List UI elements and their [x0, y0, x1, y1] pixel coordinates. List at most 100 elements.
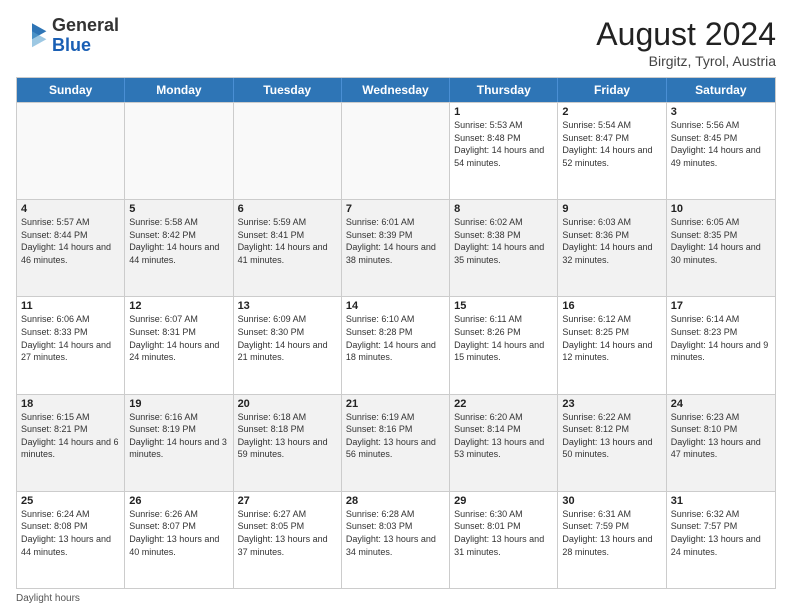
day-info: Sunrise: 6:02 AMSunset: 8:38 PMDaylight:…: [454, 216, 553, 266]
day-info: Sunrise: 5:56 AMSunset: 8:45 PMDaylight:…: [671, 119, 771, 169]
day-cell-28: 28Sunrise: 6:28 AMSunset: 8:03 PMDayligh…: [342, 492, 450, 588]
day-number: 20: [238, 398, 337, 410]
day-cell-23: 23Sunrise: 6:22 AMSunset: 8:12 PMDayligh…: [558, 395, 666, 491]
day-info: Sunrise: 6:09 AMSunset: 8:30 PMDaylight:…: [238, 313, 337, 363]
header-day-saturday: Saturday: [667, 78, 775, 102]
day-cell-13: 13Sunrise: 6:09 AMSunset: 8:30 PMDayligh…: [234, 297, 342, 393]
day-number: 21: [346, 398, 445, 410]
day-number: 13: [238, 300, 337, 312]
day-cell-8: 8Sunrise: 6:02 AMSunset: 8:38 PMDaylight…: [450, 200, 558, 296]
day-info: Sunrise: 6:18 AMSunset: 8:18 PMDaylight:…: [238, 411, 337, 461]
calendar-body: 1Sunrise: 5:53 AMSunset: 8:48 PMDaylight…: [17, 102, 775, 588]
day-cell-4: 4Sunrise: 5:57 AMSunset: 8:44 PMDaylight…: [17, 200, 125, 296]
calendar-week-1: 1Sunrise: 5:53 AMSunset: 8:48 PMDaylight…: [17, 102, 775, 199]
day-number: 23: [562, 398, 661, 410]
calendar-header: SundayMondayTuesdayWednesdayThursdayFrid…: [17, 78, 775, 102]
day-info: Sunrise: 6:01 AMSunset: 8:39 PMDaylight:…: [346, 216, 445, 266]
day-info: Sunrise: 6:24 AMSunset: 8:08 PMDaylight:…: [21, 508, 120, 558]
day-info: Sunrise: 5:58 AMSunset: 8:42 PMDaylight:…: [129, 216, 228, 266]
day-info: Sunrise: 6:07 AMSunset: 8:31 PMDaylight:…: [129, 313, 228, 363]
day-cell-31: 31Sunrise: 6:32 AMSunset: 7:57 PMDayligh…: [667, 492, 775, 588]
day-number: 27: [238, 495, 337, 507]
day-info: Sunrise: 6:12 AMSunset: 8:25 PMDaylight:…: [562, 313, 661, 363]
day-number: 28: [346, 495, 445, 507]
day-info: Sunrise: 6:20 AMSunset: 8:14 PMDaylight:…: [454, 411, 553, 461]
day-number: 7: [346, 203, 445, 215]
day-number: 14: [346, 300, 445, 312]
day-number: 18: [21, 398, 120, 410]
day-number: 26: [129, 495, 228, 507]
logo-text: General Blue: [52, 16, 119, 56]
day-info: Sunrise: 6:23 AMSunset: 8:10 PMDaylight:…: [671, 411, 771, 461]
day-info: Sunrise: 6:19 AMSunset: 8:16 PMDaylight:…: [346, 411, 445, 461]
day-number: 29: [454, 495, 553, 507]
page: General Blue August 2024 Birgitz, Tyrol,…: [0, 0, 792, 612]
day-number: 17: [671, 300, 771, 312]
day-info: Sunrise: 6:30 AMSunset: 8:01 PMDaylight:…: [454, 508, 553, 558]
day-number: 30: [562, 495, 661, 507]
day-cell-15: 15Sunrise: 6:11 AMSunset: 8:26 PMDayligh…: [450, 297, 558, 393]
header-day-sunday: Sunday: [17, 78, 125, 102]
day-cell-2: 2Sunrise: 5:54 AMSunset: 8:47 PMDaylight…: [558, 103, 666, 199]
day-cell-27: 27Sunrise: 6:27 AMSunset: 8:05 PMDayligh…: [234, 492, 342, 588]
header: General Blue August 2024 Birgitz, Tyrol,…: [16, 16, 776, 69]
logo-icon: [16, 20, 48, 52]
day-cell-19: 19Sunrise: 6:16 AMSunset: 8:19 PMDayligh…: [125, 395, 233, 491]
day-cell-24: 24Sunrise: 6:23 AMSunset: 8:10 PMDayligh…: [667, 395, 775, 491]
day-cell-22: 22Sunrise: 6:20 AMSunset: 8:14 PMDayligh…: [450, 395, 558, 491]
day-info: Sunrise: 6:26 AMSunset: 8:07 PMDaylight:…: [129, 508, 228, 558]
calendar-week-3: 11Sunrise: 6:06 AMSunset: 8:33 PMDayligh…: [17, 296, 775, 393]
logo: General Blue: [16, 16, 119, 56]
day-cell-12: 12Sunrise: 6:07 AMSunset: 8:31 PMDayligh…: [125, 297, 233, 393]
day-info: Sunrise: 5:54 AMSunset: 8:47 PMDaylight:…: [562, 119, 661, 169]
day-number: 16: [562, 300, 661, 312]
day-info: Sunrise: 6:22 AMSunset: 8:12 PMDaylight:…: [562, 411, 661, 461]
calendar: SundayMondayTuesdayWednesdayThursdayFrid…: [16, 77, 776, 589]
day-number: 6: [238, 203, 337, 215]
day-cell-10: 10Sunrise: 6:05 AMSunset: 8:35 PMDayligh…: [667, 200, 775, 296]
day-number: 10: [671, 203, 771, 215]
day-number: 4: [21, 203, 120, 215]
header-day-monday: Monday: [125, 78, 233, 102]
day-info: Sunrise: 6:10 AMSunset: 8:28 PMDaylight:…: [346, 313, 445, 363]
day-cell-29: 29Sunrise: 6:30 AMSunset: 8:01 PMDayligh…: [450, 492, 558, 588]
day-info: Sunrise: 5:53 AMSunset: 8:48 PMDaylight:…: [454, 119, 553, 169]
day-cell-25: 25Sunrise: 6:24 AMSunset: 8:08 PMDayligh…: [17, 492, 125, 588]
footer-note: Daylight hours: [16, 593, 776, 604]
calendar-week-2: 4Sunrise: 5:57 AMSunset: 8:44 PMDaylight…: [17, 199, 775, 296]
day-number: 15: [454, 300, 553, 312]
location: Birgitz, Tyrol, Austria: [596, 53, 776, 69]
day-cell-21: 21Sunrise: 6:19 AMSunset: 8:16 PMDayligh…: [342, 395, 450, 491]
empty-cell: [342, 103, 450, 199]
day-cell-20: 20Sunrise: 6:18 AMSunset: 8:18 PMDayligh…: [234, 395, 342, 491]
header-day-wednesday: Wednesday: [342, 78, 450, 102]
day-info: Sunrise: 6:14 AMSunset: 8:23 PMDaylight:…: [671, 313, 771, 363]
day-number: 25: [21, 495, 120, 507]
day-number: 31: [671, 495, 771, 507]
day-cell-14: 14Sunrise: 6:10 AMSunset: 8:28 PMDayligh…: [342, 297, 450, 393]
day-cell-7: 7Sunrise: 6:01 AMSunset: 8:39 PMDaylight…: [342, 200, 450, 296]
day-cell-11: 11Sunrise: 6:06 AMSunset: 8:33 PMDayligh…: [17, 297, 125, 393]
day-number: 24: [671, 398, 771, 410]
day-info: Sunrise: 6:32 AMSunset: 7:57 PMDaylight:…: [671, 508, 771, 558]
day-number: 2: [562, 106, 661, 118]
day-number: 22: [454, 398, 553, 410]
day-cell-9: 9Sunrise: 6:03 AMSunset: 8:36 PMDaylight…: [558, 200, 666, 296]
day-cell-18: 18Sunrise: 6:15 AMSunset: 8:21 PMDayligh…: [17, 395, 125, 491]
day-number: 19: [129, 398, 228, 410]
header-day-tuesday: Tuesday: [234, 78, 342, 102]
day-info: Sunrise: 6:05 AMSunset: 8:35 PMDaylight:…: [671, 216, 771, 266]
day-cell-17: 17Sunrise: 6:14 AMSunset: 8:23 PMDayligh…: [667, 297, 775, 393]
empty-cell: [17, 103, 125, 199]
empty-cell: [234, 103, 342, 199]
day-info: Sunrise: 6:15 AMSunset: 8:21 PMDaylight:…: [21, 411, 120, 461]
day-number: 9: [562, 203, 661, 215]
day-info: Sunrise: 5:59 AMSunset: 8:41 PMDaylight:…: [238, 216, 337, 266]
day-info: Sunrise: 6:27 AMSunset: 8:05 PMDaylight:…: [238, 508, 337, 558]
day-number: 1: [454, 106, 553, 118]
day-info: Sunrise: 5:57 AMSunset: 8:44 PMDaylight:…: [21, 216, 120, 266]
empty-cell: [125, 103, 233, 199]
day-cell-5: 5Sunrise: 5:58 AMSunset: 8:42 PMDaylight…: [125, 200, 233, 296]
day-info: Sunrise: 6:11 AMSunset: 8:26 PMDaylight:…: [454, 313, 553, 363]
day-cell-6: 6Sunrise: 5:59 AMSunset: 8:41 PMDaylight…: [234, 200, 342, 296]
